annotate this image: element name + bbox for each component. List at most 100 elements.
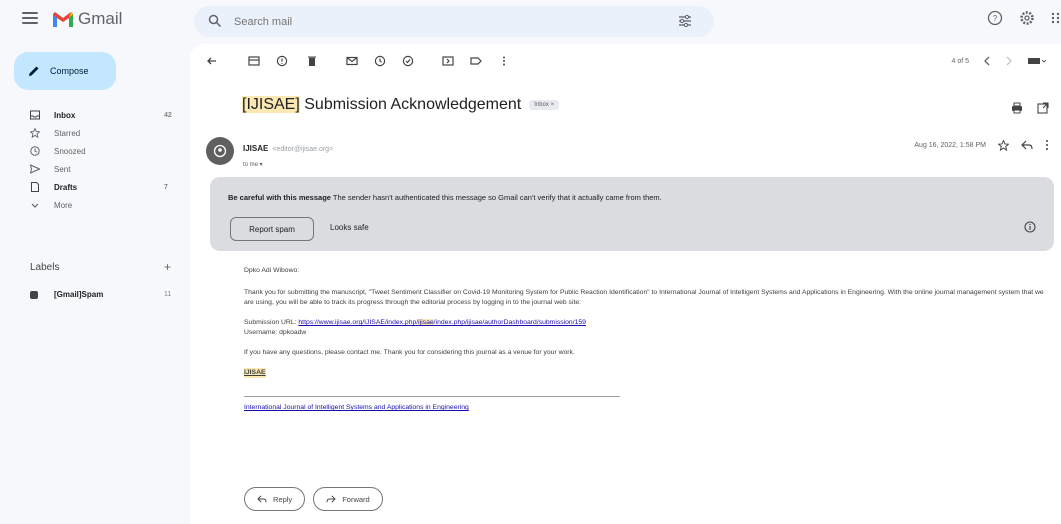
open-new-window-icon[interactable] xyxy=(1037,102,1049,114)
main-menu-icon[interactable] xyxy=(22,12,38,26)
body-paragraph: Thank you for submitting the manuscript,… xyxy=(244,289,1044,306)
search-bar[interactable] xyxy=(194,6,714,37)
move-to-icon[interactable] xyxy=(442,55,454,67)
prev-page-icon[interactable] xyxy=(983,56,991,66)
more-vert-icon[interactable] xyxy=(1045,139,1049,151)
label-name: [Gmail]Spam xyxy=(54,290,104,299)
input-tools-icon[interactable] xyxy=(1027,56,1047,66)
sidebar-item-label: Drafts xyxy=(54,182,78,192)
reply-icon[interactable] xyxy=(1021,140,1033,150)
next-page-icon[interactable] xyxy=(1005,56,1013,66)
subject-line: [IJISAE] Submission Acknowledgement Inbo… xyxy=(242,96,560,114)
sender-info: IJISAE <editor@ijisae.org> to me ▾ xyxy=(243,138,333,168)
gmail-m-icon xyxy=(53,11,73,27)
compose-label: Compose xyxy=(50,66,89,76)
help-icon[interactable]: ? xyxy=(987,10,1003,26)
forward-icon xyxy=(326,495,336,503)
looks-safe-button[interactable]: Looks safe xyxy=(330,223,369,232)
sidebar-item-count: 7 xyxy=(164,183,168,191)
mark-unread-icon[interactable] xyxy=(346,55,358,67)
warning-text: Be careful with this message The sender … xyxy=(228,193,662,202)
security-warning-banner: Be careful with this message The sender … xyxy=(210,177,1054,251)
search-input[interactable] xyxy=(234,13,654,31)
search-icon[interactable] xyxy=(208,14,222,28)
sidebar-item-starred[interactable]: Starred xyxy=(0,124,190,142)
report-spam-icon[interactable] xyxy=(276,55,288,67)
page-info: 4 of 5 xyxy=(951,57,969,65)
sidebar-item-snoozed[interactable]: Snoozed xyxy=(0,142,190,160)
warning-title: Be careful with this message xyxy=(228,193,331,202)
star-icon xyxy=(30,128,40,138)
clock-icon xyxy=(30,146,40,156)
search-options-icon[interactable] xyxy=(678,14,692,28)
sender-name[interactable]: IJISAE xyxy=(243,144,268,153)
snooze-icon[interactable] xyxy=(374,55,386,67)
inbox-icon xyxy=(30,110,40,120)
username-line: Username: dpkoadw xyxy=(244,329,307,336)
sidebar-nav: Inbox 42 Starred Snoozed Sent Drafts 7 M… xyxy=(0,106,190,214)
signature-divider xyxy=(244,396,620,397)
message-body: Dpko Adi Wibowo: Thank you for submittin… xyxy=(244,266,1054,413)
sidebar-item-label: Inbox xyxy=(54,110,76,120)
subject-highlight: [IJISAE] xyxy=(242,96,300,113)
sidebar-item-label: Snoozed xyxy=(54,146,86,156)
top-right-actions: ? xyxy=(987,10,1061,26)
report-spam-button[interactable]: Report spam xyxy=(230,217,314,241)
compose-button[interactable]: Compose xyxy=(14,52,116,90)
url-label: Submission URL: xyxy=(244,319,299,326)
info-icon[interactable] xyxy=(1024,221,1036,233)
more-vert-icon[interactable] xyxy=(498,55,510,67)
message-view: 4 of 5 [IJISAE] Submission Acknowledgeme… xyxy=(190,44,1061,524)
reply-button[interactable]: Reply xyxy=(244,487,306,511)
label-item-spam[interactable]: [Gmail]Spam 11 xyxy=(30,290,190,299)
reply-icon xyxy=(257,495,267,503)
star-icon[interactable] xyxy=(998,139,1009,151)
draft-icon xyxy=(31,182,39,192)
sender-email: <editor@ijisae.org> xyxy=(272,146,334,153)
reply-actions: Reply Forward xyxy=(244,487,383,511)
label-tag-icon xyxy=(30,290,38,299)
sender-avatar[interactable] xyxy=(206,137,234,165)
sidebar-item-drafts[interactable]: Drafts 7 xyxy=(0,178,190,196)
forward-label: Forward xyxy=(342,494,370,504)
url-highlight: ijisae xyxy=(418,319,434,326)
reply-label: Reply xyxy=(273,494,293,504)
inbox-label-chip[interactable]: Inbox × xyxy=(529,100,560,110)
sidebar-item-more[interactable]: More xyxy=(0,196,190,214)
send-icon xyxy=(30,164,40,174)
svg-text:?: ? xyxy=(993,14,998,23)
label-count: 11 xyxy=(164,291,172,298)
url-part: https://www.ijisae.org/IJISAE/index.php/ xyxy=(298,319,419,326)
app-name: Gmail xyxy=(78,9,123,28)
add-task-icon[interactable] xyxy=(402,55,414,67)
pagination: 4 of 5 xyxy=(951,56,1047,66)
sidebar-item-count: 42 xyxy=(164,111,172,119)
signature: IJISAE xyxy=(244,368,266,378)
add-label-button[interactable]: + xyxy=(164,260,171,274)
message-toolbar: 4 of 5 xyxy=(190,44,1061,78)
print-icon[interactable] xyxy=(1011,102,1023,114)
label-icon[interactable] xyxy=(470,55,482,67)
labels-heading: Labels xyxy=(30,262,60,273)
url-part: /index.php/ijisae/authorDashboard/submis… xyxy=(433,319,586,326)
message-date: Aug 16, 2022, 1:58 PM xyxy=(914,141,986,149)
gmail-logo[interactable]: Gmail xyxy=(52,9,122,29)
settings-gear-icon[interactable] xyxy=(1019,10,1035,26)
submission-url-line: Submission URL: https://www.ijisae.org/I… xyxy=(244,318,1054,328)
sidebar-item-label: More xyxy=(54,200,73,210)
sidebar-item-label: Sent xyxy=(54,164,71,174)
top-bar: Gmail ? xyxy=(0,0,1061,44)
delete-icon[interactable] xyxy=(306,55,318,67)
apps-grid-icon[interactable] xyxy=(1051,10,1061,26)
recipient-details[interactable]: to me ▾ xyxy=(243,161,333,168)
sidebar-item-sent[interactable]: Sent xyxy=(0,160,190,178)
forward-button[interactable]: Forward xyxy=(313,487,383,511)
archive-icon[interactable] xyxy=(248,55,260,67)
message-meta: Aug 16, 2022, 1:58 PM xyxy=(914,139,1049,151)
submission-url-link[interactable]: https://www.ijisae.org/IJISAE/index.php/… xyxy=(298,319,586,326)
subject-text: Submission Acknowledgement xyxy=(299,96,522,113)
subject-actions xyxy=(1011,102,1049,114)
journal-link[interactable]: International Journal of Intelligent Sys… xyxy=(244,404,469,411)
back-arrow-icon[interactable] xyxy=(206,55,218,67)
sidebar-item-inbox[interactable]: Inbox 42 xyxy=(0,106,190,124)
